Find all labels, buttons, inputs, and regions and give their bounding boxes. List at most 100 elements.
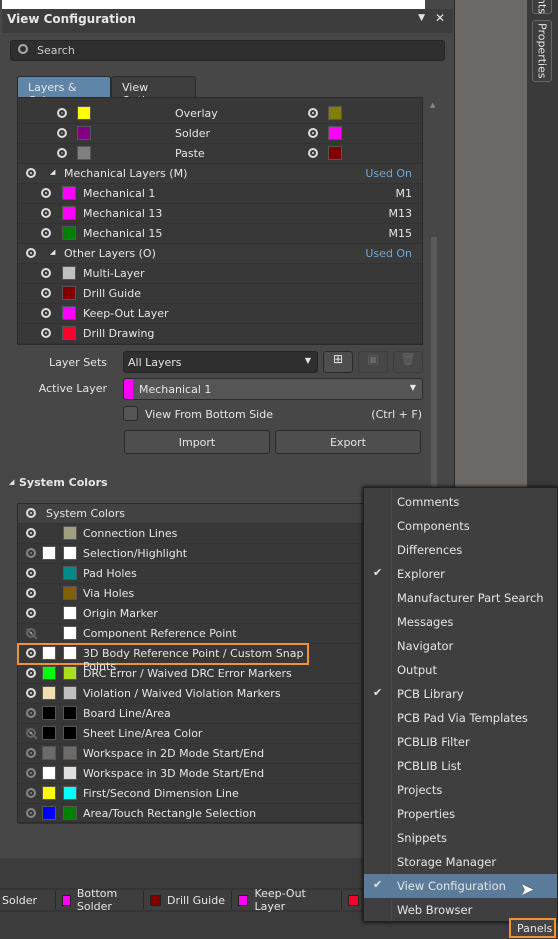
menu-item[interactable]: Navigator (364, 634, 557, 658)
secondary-color-swatch[interactable] (63, 666, 77, 680)
menu-item[interactable]: PCBLIB Filter (364, 730, 557, 754)
side-tab-properties[interactable]: Properties (532, 20, 552, 82)
active-layer-select[interactable]: Mechanical 1 ▼ (123, 378, 423, 400)
collapse-icon[interactable]: ◢ (9, 478, 14, 486)
menu-item[interactable]: Comments (364, 490, 557, 514)
eye-icon[interactable] (308, 128, 318, 138)
add-layer-set-button[interactable]: ⊞ (323, 351, 353, 373)
secondary-color-swatch[interactable] (63, 626, 77, 640)
eye-icon[interactable] (26, 248, 36, 258)
scroll-up-icon[interactable]: ▲ (430, 101, 435, 109)
scrollbar[interactable]: ▲ (428, 97, 440, 487)
secondary-color-swatch[interactable] (63, 606, 77, 620)
layer-color-swatch[interactable] (62, 326, 76, 340)
delete-layer-set-button[interactable]: 🗑 (393, 351, 423, 373)
secondary-color-swatch[interactable] (63, 706, 77, 720)
layer-color-swatch[interactable] (62, 206, 76, 220)
system-color-row[interactable]: 3D Body Reference Point / Custom Snap Po… (17, 643, 309, 673)
secondary-color-swatch[interactable] (63, 566, 77, 580)
top-color-swatch[interactable] (77, 106, 91, 120)
eye-icon[interactable] (26, 628, 36, 638)
panel-title-bar[interactable]: View Configuration ▼ ✕ (2, 9, 453, 33)
menu-item[interactable]: Manufacturer Part Search (364, 586, 557, 610)
secondary-color-swatch[interactable] (63, 546, 77, 560)
eye-icon[interactable] (26, 748, 36, 758)
close-icon[interactable]: ✕ (435, 11, 445, 25)
layer-row[interactable]: Mechanical 13 M13 (18, 204, 422, 224)
layer-tab[interactable]: Bottom Solder (56, 887, 144, 913)
layer-row[interactable]: Drill Drawing (18, 324, 422, 344)
bottom-color-swatch[interactable] (328, 146, 342, 160)
menu-item[interactable]: Messages (364, 610, 557, 634)
menu-item[interactable]: Components (364, 514, 557, 538)
eye-icon[interactable] (57, 108, 67, 118)
menu-item[interactable]: PCB Pad Via Templates (364, 706, 557, 730)
primary-color-swatch[interactable] (42, 706, 56, 720)
eye-icon[interactable] (26, 608, 36, 618)
secondary-color-swatch[interactable] (63, 806, 77, 820)
eye-icon[interactable] (308, 108, 318, 118)
primary-color-swatch[interactable] (42, 806, 56, 820)
secondary-color-swatch[interactable] (63, 686, 77, 700)
primary-color-swatch[interactable] (42, 646, 56, 660)
eye-icon[interactable] (41, 308, 51, 318)
layer-group-header[interactable]: ◢ Other Layers (O) Used On (18, 244, 422, 264)
layer-tab[interactable]: Keep-Out Layer (232, 887, 342, 913)
panels-button[interactable]: Panels (509, 918, 556, 938)
menu-item[interactable]: PCBLIB List (364, 754, 557, 778)
layer-tab[interactable]: Solder (0, 890, 56, 910)
layer-row[interactable]: Multi-Layer (18, 264, 422, 284)
eye-icon[interactable] (26, 708, 36, 718)
secondary-color-swatch[interactable] (63, 766, 77, 780)
layer-color-swatch[interactable] (62, 286, 76, 300)
layer-row[interactable]: Mechanical 15 M15 (18, 224, 422, 244)
eye-icon[interactable] (26, 528, 36, 538)
eye-icon[interactable] (41, 228, 51, 238)
export-button[interactable]: Export (275, 430, 421, 454)
bottom-color-swatch[interactable] (328, 106, 342, 120)
save-layer-set-button[interactable]: ▣ (358, 351, 388, 373)
eye-icon[interactable] (308, 148, 318, 158)
menu-item[interactable]: Output (364, 658, 557, 682)
eye-icon[interactable] (57, 148, 67, 158)
eye-icon[interactable] (26, 808, 36, 818)
menu-item[interactable]: ✔ Explorer (364, 562, 557, 586)
layer-color-swatch[interactable] (62, 226, 76, 240)
layer-color-swatch[interactable] (62, 266, 76, 280)
primary-color-swatch[interactable] (42, 546, 56, 560)
eye-icon[interactable] (26, 648, 36, 658)
secondary-color-swatch[interactable] (63, 646, 77, 660)
scrollbar-thumb[interactable] (431, 237, 437, 487)
bottom-color-swatch[interactable] (328, 126, 342, 140)
search-input[interactable]: Search (10, 40, 445, 61)
eye-icon[interactable] (26, 668, 36, 678)
layer-tab[interactable]: Drill Guide (144, 890, 232, 910)
secondary-color-swatch[interactable] (63, 786, 77, 800)
layer-color-swatch[interactable] (62, 306, 76, 320)
secondary-color-swatch[interactable] (63, 526, 77, 540)
secondary-color-swatch[interactable] (63, 726, 77, 740)
primary-color-swatch[interactable] (42, 666, 56, 680)
menu-item[interactable]: Differences (364, 538, 557, 562)
layer-group-header[interactable]: ◢ Mechanical Layers (M) Used On (18, 164, 422, 184)
layer-color-swatch[interactable] (62, 186, 76, 200)
primary-color-swatch[interactable] (42, 786, 56, 800)
eye-icon[interactable] (26, 788, 36, 798)
secondary-color-swatch[interactable] (63, 586, 77, 600)
primary-color-swatch[interactable] (42, 766, 56, 780)
eye-icon[interactable] (26, 728, 36, 738)
menu-item[interactable]: Projects (364, 778, 557, 802)
menu-item[interactable]: Snippets (364, 826, 557, 850)
eye-icon[interactable] (57, 128, 67, 138)
side-tab-comments[interactable]: nts (532, 0, 552, 14)
import-button[interactable]: Import (124, 430, 270, 454)
layer-row[interactable]: Drill Guide (18, 284, 422, 304)
top-color-swatch[interactable] (77, 146, 91, 160)
menu-item[interactable]: Storage Manager (364, 850, 557, 874)
primary-color-swatch[interactable] (42, 726, 56, 740)
triangle-down-icon[interactable]: ▼ (418, 13, 425, 23)
tab-view-options[interactable]: View Options (111, 76, 196, 107)
primary-color-swatch[interactable] (42, 746, 56, 760)
top-color-swatch[interactable] (77, 126, 91, 140)
eye-icon[interactable] (26, 168, 36, 178)
